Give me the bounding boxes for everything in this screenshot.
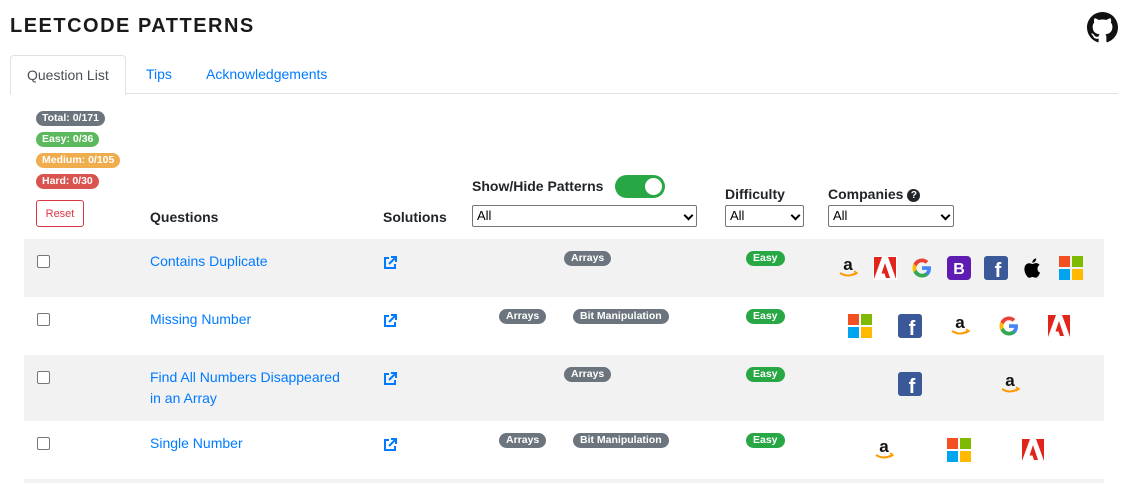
medium-badge: Medium: 0/105 (36, 153, 121, 168)
row-checkbox[interactable] (37, 313, 50, 326)
solutions-header: Solutions (383, 209, 447, 225)
hard-badge: Hard: 0/30 (36, 174, 99, 189)
amazon-icon: a (836, 256, 860, 280)
tab-question-list[interactable]: Question List (10, 55, 126, 95)
pattern-badge: Arrays (564, 251, 612, 266)
chevron-down-icon (940, 210, 951, 221)
table-row: Contains Duplicate Arrays Easy a B f (24, 239, 1104, 297)
tab-tips[interactable]: Tips (130, 55, 188, 94)
google-icon (997, 314, 1021, 338)
row-checkbox[interactable] (37, 371, 50, 384)
help-icon[interactable]: ? (907, 189, 921, 202)
pattern-badge: Bit Manipulation (573, 433, 669, 448)
svg-text:a: a (879, 438, 889, 456)
pattern-badge: Arrays (499, 309, 547, 324)
question-link-line: Find All Numbers Disappeared (150, 369, 340, 385)
table-row: Single Number Arrays Bit Manipulation Ea… (24, 421, 1104, 479)
github-icon[interactable] (1087, 12, 1118, 43)
difficulty-header: Difficulty (725, 186, 785, 202)
amazon-icon: a (998, 372, 1022, 396)
easy-badge: Easy: 0/36 (36, 132, 100, 147)
difficulty-select-value: All (730, 208, 745, 223)
difficulty-badge: Easy (746, 433, 785, 448)
table-row: Missing Number Arrays Bit Manipulation E… (24, 297, 1104, 355)
adobe-icon (1021, 438, 1045, 462)
total-badge: Total: 0/171 (36, 111, 105, 126)
facebook-icon: f (898, 372, 922, 396)
difficulty-badge: Easy (746, 309, 785, 324)
pattern-badge: Arrays (499, 433, 547, 448)
external-link-icon[interactable] (383, 372, 397, 386)
svg-text:f: f (909, 376, 916, 396)
svg-text:a: a (1005, 372, 1015, 390)
svg-text:f: f (909, 318, 916, 338)
facebook-icon: f (984, 256, 1008, 280)
table-row (24, 479, 1104, 483)
patterns-header: Show/Hide Patterns (472, 178, 604, 194)
question-link[interactable]: Single Number (150, 433, 243, 454)
adobe-icon (873, 256, 897, 280)
facebook-icon: f (898, 314, 922, 338)
microsoft-icon (1059, 256, 1083, 280)
bloomberg-icon: B (947, 256, 971, 280)
microsoft-icon (848, 314, 872, 338)
row-checkbox[interactable] (37, 255, 50, 268)
svg-text:a: a (955, 314, 965, 332)
difficulty-select[interactable]: All (725, 205, 804, 227)
amazon-icon: a (872, 438, 896, 462)
tab-bar: Question List Tips Acknowledgements (10, 55, 1118, 95)
tab-acknowledgements[interactable]: Acknowledgements (190, 55, 343, 94)
adobe-icon (1047, 314, 1071, 338)
companies-select-value: All (833, 208, 848, 223)
difficulty-badge: Easy (746, 251, 785, 266)
svg-text:a: a (843, 256, 853, 274)
questions-header: Questions (150, 209, 219, 225)
chevron-down-icon (790, 210, 801, 221)
external-link-icon[interactable] (383, 314, 397, 328)
svg-text:B: B (953, 261, 965, 278)
patterns-select-value: All (477, 208, 492, 223)
question-link-line: in an Array (150, 390, 217, 406)
companies-header-label: Companies (828, 186, 904, 202)
patterns-toggle[interactable] (615, 175, 665, 198)
row-checkbox[interactable] (37, 437, 50, 450)
difficulty-badge: Easy (746, 367, 785, 382)
external-link-icon[interactable] (383, 256, 397, 270)
microsoft-icon (947, 438, 971, 462)
google-icon (910, 256, 934, 280)
svg-text:f: f (995, 260, 1002, 280)
apple-icon (1021, 256, 1045, 280)
question-link[interactable]: Contains Duplicate (150, 251, 268, 272)
pattern-badge: Arrays (564, 367, 612, 382)
question-link[interactable]: Missing Number (150, 309, 251, 330)
pattern-badge: Bit Manipulation (573, 309, 669, 324)
companies-header: Companies? (828, 186, 921, 202)
amazon-icon: a (948, 314, 972, 338)
table-row: Find All Numbers Disappeared in an Array … (24, 355, 1104, 421)
chevron-down-icon (683, 210, 694, 221)
external-link-icon[interactable] (383, 438, 397, 452)
reset-button[interactable]: Reset (36, 200, 84, 227)
question-link[interactable]: Find All Numbers Disappeared in an Array (150, 367, 340, 409)
patterns-select[interactable]: All (472, 205, 697, 227)
companies-select[interactable]: All (828, 205, 954, 227)
page-title: LEETCODE PATTERNS (10, 15, 255, 37)
